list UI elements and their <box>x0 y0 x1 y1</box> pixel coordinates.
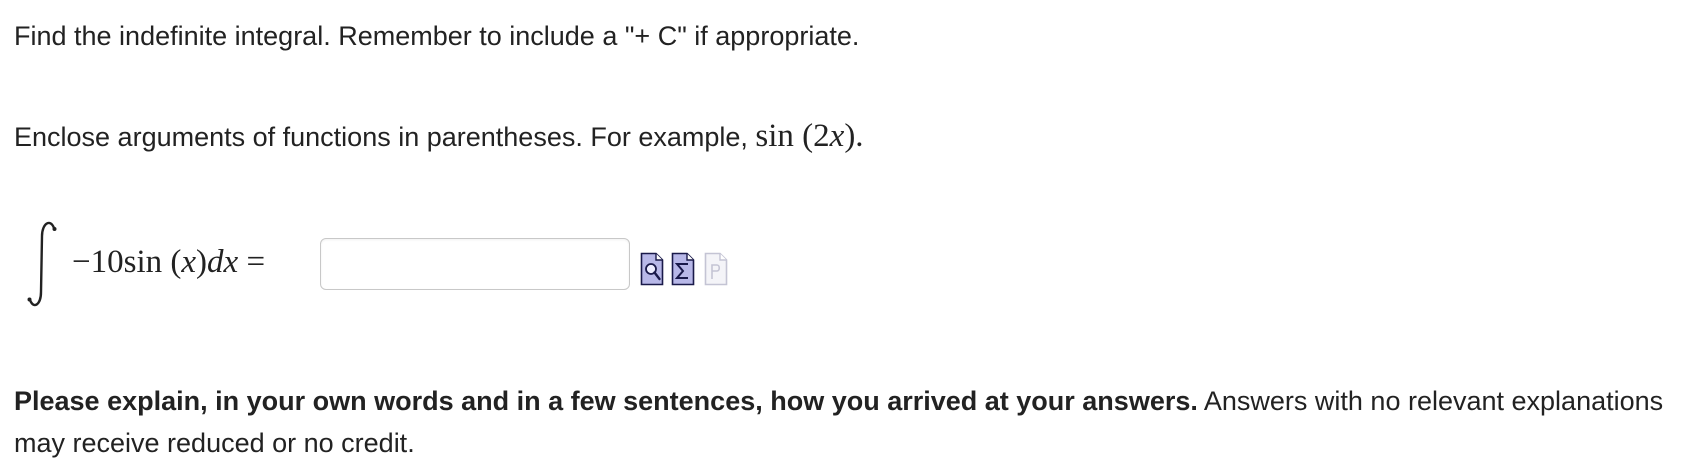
integrand-expression: −10sin (x)dx = <box>72 242 265 282</box>
explanation-instructions: Please explain, in your own words and in… <box>14 380 1674 464</box>
example-expression-end: ). <box>844 118 864 154</box>
equation-editor-button[interactable] <box>671 252 695 286</box>
instruction-parentheses: Enclose arguments of functions in parent… <box>14 116 864 157</box>
instruction-include-c: Find the indefinite integral. Remember t… <box>14 16 859 56</box>
preview-magnifier-icon <box>640 252 664 286</box>
integrand-differential: dx <box>207 244 239 280</box>
integrand-close-paren: ) <box>196 244 208 280</box>
instruction-text: Find the indefinite integral. Remember t… <box>14 21 860 51</box>
disabled-tool-button <box>704 252 728 286</box>
answer-input[interactable] <box>320 238 630 290</box>
integrand-variable: x <box>181 244 197 280</box>
example-expression-part: sin (2 <box>755 118 830 154</box>
equation-editor-sigma-icon <box>671 252 695 286</box>
equals-sign: = <box>238 244 266 280</box>
example-expression: sin (2x). <box>755 118 863 154</box>
integral-sign-icon <box>27 221 57 307</box>
disabled-document-icon <box>704 252 728 286</box>
preview-button[interactable] <box>640 252 664 286</box>
integrand-coefficient: −10sin ( <box>72 244 182 280</box>
explanation-bold-text: Please explain, in your own words and in… <box>14 386 1198 416</box>
instruction-text: Enclose arguments of functions in parent… <box>14 122 756 152</box>
example-variable: x <box>829 118 845 154</box>
